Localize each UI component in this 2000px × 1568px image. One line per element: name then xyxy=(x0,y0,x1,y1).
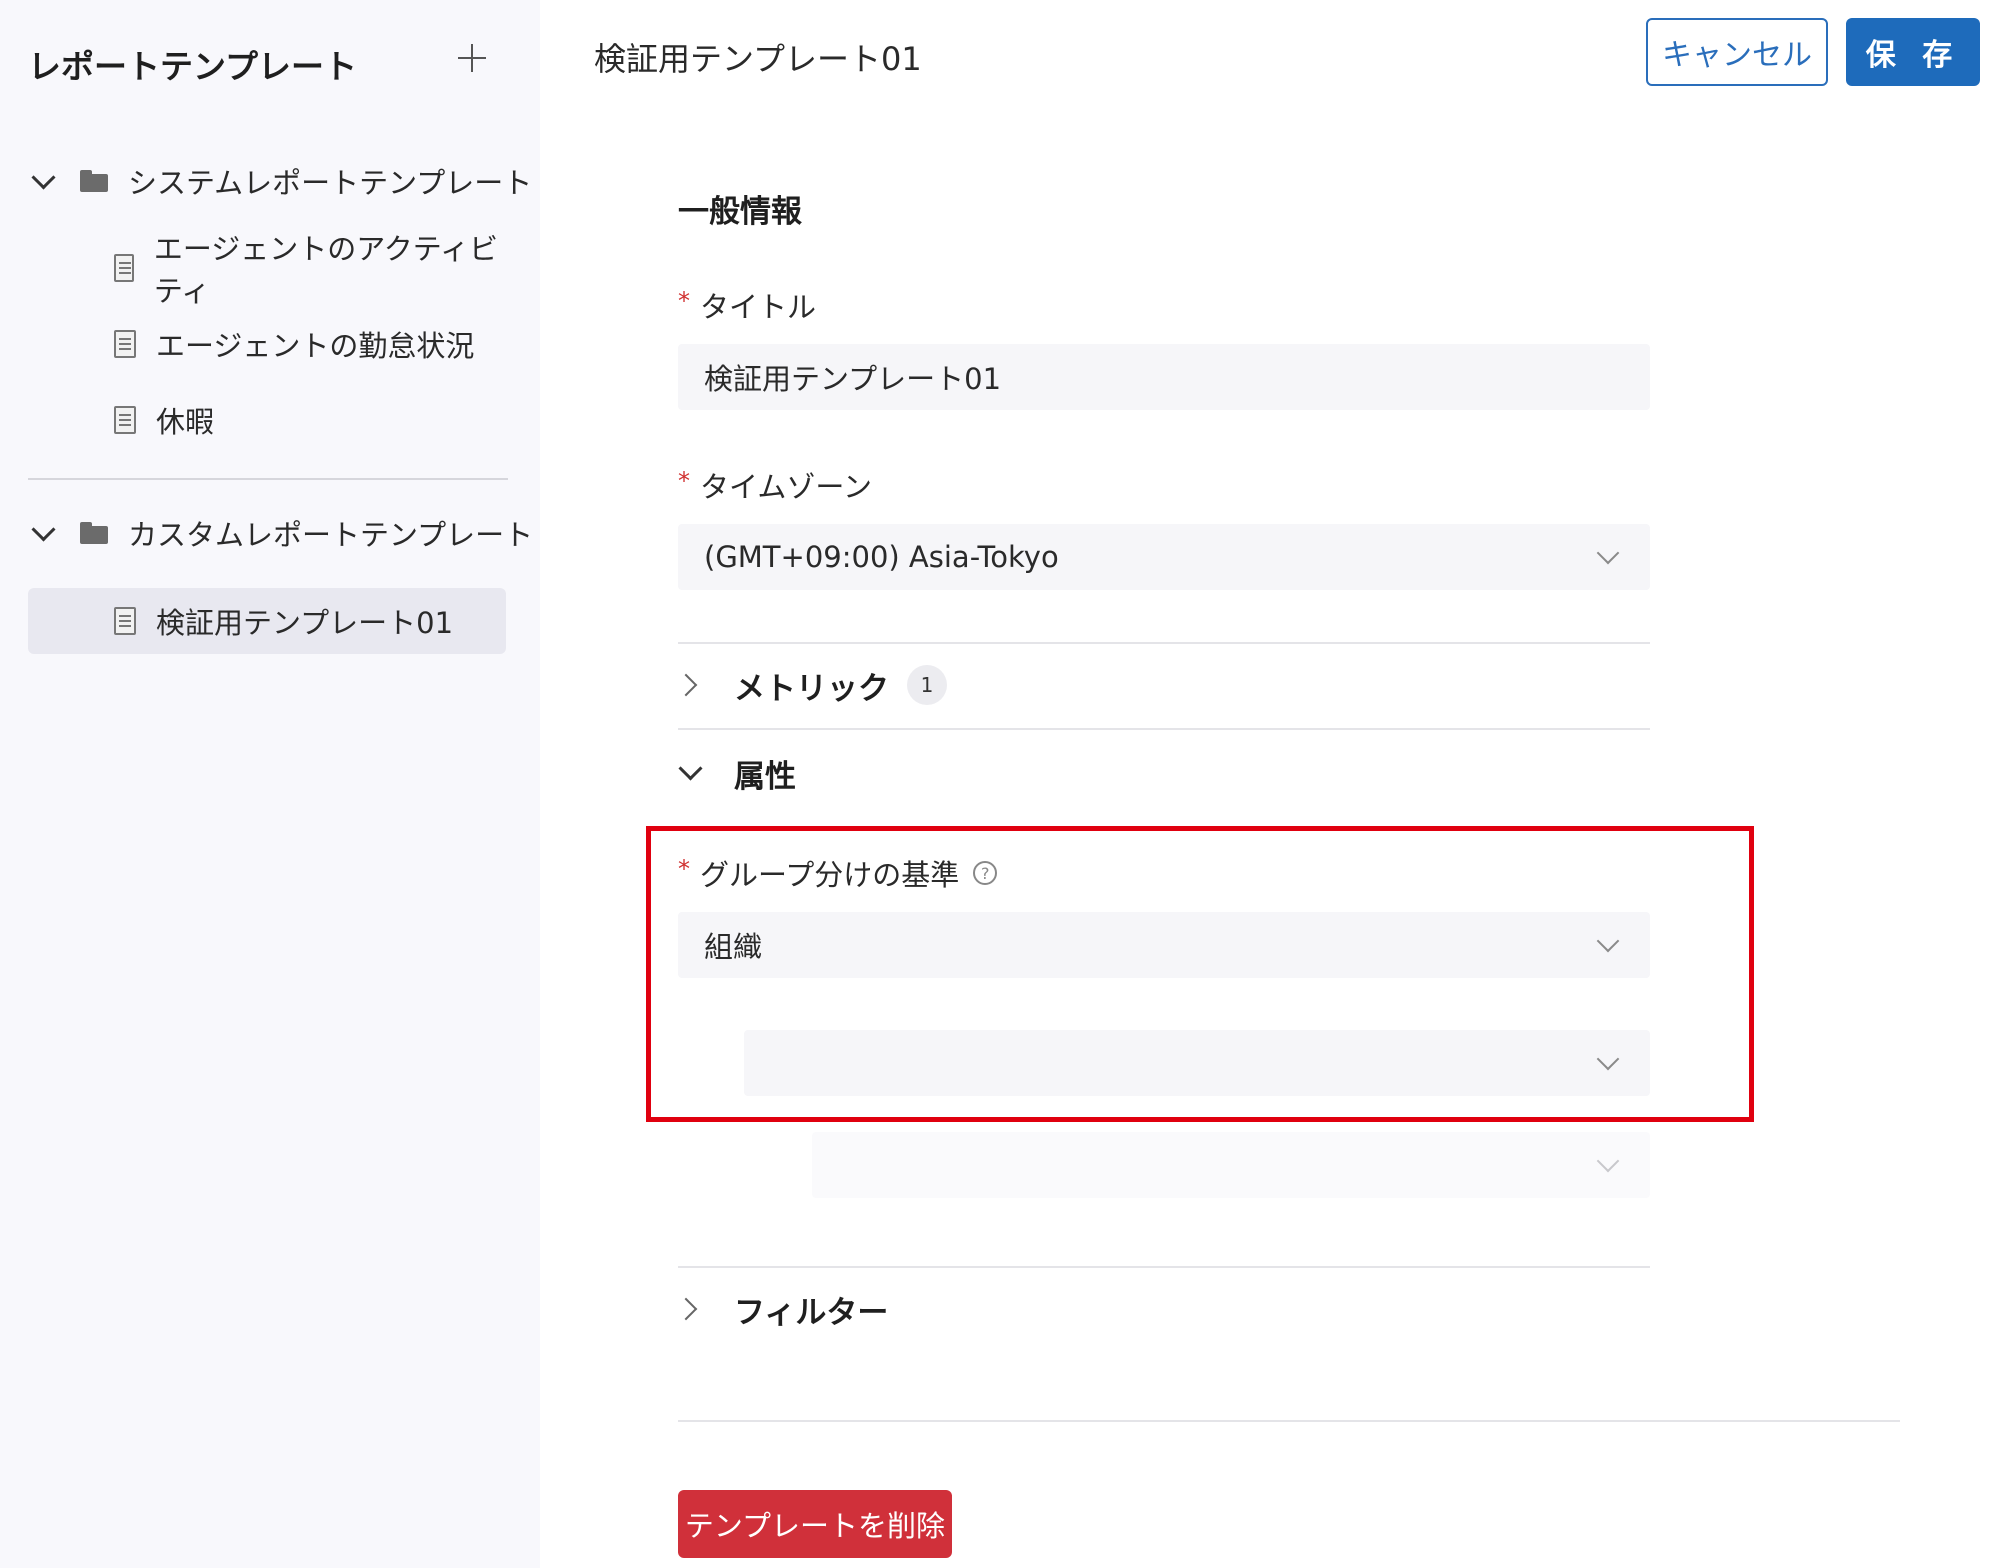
filter-label: フィルター xyxy=(734,1294,889,1331)
sidebar-item-test-template[interactable]: 検証用テンプレート01 xyxy=(28,588,506,654)
chevron-down-icon xyxy=(678,760,704,786)
folder-icon xyxy=(80,170,108,192)
save-button[interactable]: 保 存 xyxy=(1846,18,1980,86)
divider xyxy=(678,728,1650,730)
attributes-label: 属性 xyxy=(734,758,796,795)
required-mark: * xyxy=(678,467,690,495)
metrics-count-badge: 1 xyxy=(907,665,947,705)
sidebar-group-label: システムレポートテンプレート xyxy=(128,166,533,200)
chevron-down-icon xyxy=(1596,1047,1620,1071)
timezone-select[interactable]: (GMT+09:00) Asia-Tokyo xyxy=(678,524,1650,590)
required-mark: * xyxy=(678,287,690,315)
document-icon xyxy=(114,607,136,635)
page-title: 検証用テンプレート01 xyxy=(594,40,922,78)
chevron-down-icon xyxy=(1596,541,1620,565)
sidebar-group-system[interactable]: システムレポートテンプレート xyxy=(28,156,532,206)
grouping-sub-select-2[interactable] xyxy=(812,1132,1650,1198)
sidebar: レポートテンプレート システムレポートテンプレート エージェントのアクティビティ… xyxy=(0,0,540,1568)
sidebar-item-label: 休暇 xyxy=(156,405,215,439)
sidebar-item-agent-activity[interactable]: エージェントのアクティビティ xyxy=(28,232,506,308)
metrics-label: メトリック xyxy=(734,670,889,707)
required-mark: * xyxy=(678,855,690,883)
delete-template-button[interactable]: テンプレートを削除 xyxy=(678,1490,952,1558)
divider xyxy=(678,1420,1900,1422)
divider xyxy=(678,1266,1650,1268)
sidebar-group-label: カスタムレポートテンプレート xyxy=(128,518,534,552)
document-icon xyxy=(114,254,134,282)
timezone-field-label: * タイムゾーン xyxy=(678,464,872,506)
chevron-down-icon xyxy=(28,166,58,196)
grouping-select[interactable]: 組織 xyxy=(678,912,1650,978)
timezone-select-value: (GMT+09:00) Asia-Tokyo xyxy=(704,540,1059,574)
chevron-down-icon xyxy=(1596,929,1620,953)
grouping-select-value: 組織 xyxy=(704,930,763,964)
document-icon xyxy=(114,330,136,358)
chevron-right-icon xyxy=(678,1296,704,1322)
title-field-label: * タイトル xyxy=(678,284,816,326)
help-icon[interactable]: ? xyxy=(973,861,998,885)
document-icon xyxy=(114,406,136,434)
chevron-down-icon xyxy=(1596,1149,1620,1173)
chevron-right-icon xyxy=(678,672,704,698)
folder-icon xyxy=(80,522,108,544)
grouping-sub-select-1[interactable] xyxy=(744,1030,1650,1096)
metrics-section-toggle[interactable]: メトリック 1 xyxy=(678,660,947,710)
title-label-text: タイトル xyxy=(700,290,817,324)
general-info-heading: 一般情報 xyxy=(678,194,802,230)
divider xyxy=(678,642,1650,644)
sidebar-item-label: エージェントの勤怠状況 xyxy=(156,329,475,363)
sidebar-item-label: エージェントのアクティビティ xyxy=(153,232,499,308)
add-template-button[interactable] xyxy=(452,38,492,78)
cancel-button[interactable]: キャンセル xyxy=(1646,18,1828,86)
sidebar-item-vacation[interactable]: 休暇 xyxy=(28,387,506,453)
sidebar-divider xyxy=(28,478,508,480)
filter-section-toggle[interactable]: フィルター xyxy=(678,1284,888,1334)
attributes-section-toggle[interactable]: 属性 xyxy=(678,748,796,798)
sidebar-item-label: 検証用テンプレート01 xyxy=(156,606,454,640)
chevron-down-icon xyxy=(28,518,58,548)
grouping-label-text: グループ分けの基準 xyxy=(700,858,960,892)
sidebar-group-custom[interactable]: カスタムレポートテンプレート xyxy=(28,508,533,558)
grouping-field-label: * グループ分けの基準 ? xyxy=(678,852,998,894)
timezone-label-text: タイムゾーン xyxy=(700,470,872,504)
sidebar-title: レポートテンプレート xyxy=(28,47,358,86)
sidebar-item-agent-attendance[interactable]: エージェントの勤怠状況 xyxy=(28,311,506,377)
title-input[interactable]: 検証用テンプレート01 xyxy=(678,344,1650,410)
